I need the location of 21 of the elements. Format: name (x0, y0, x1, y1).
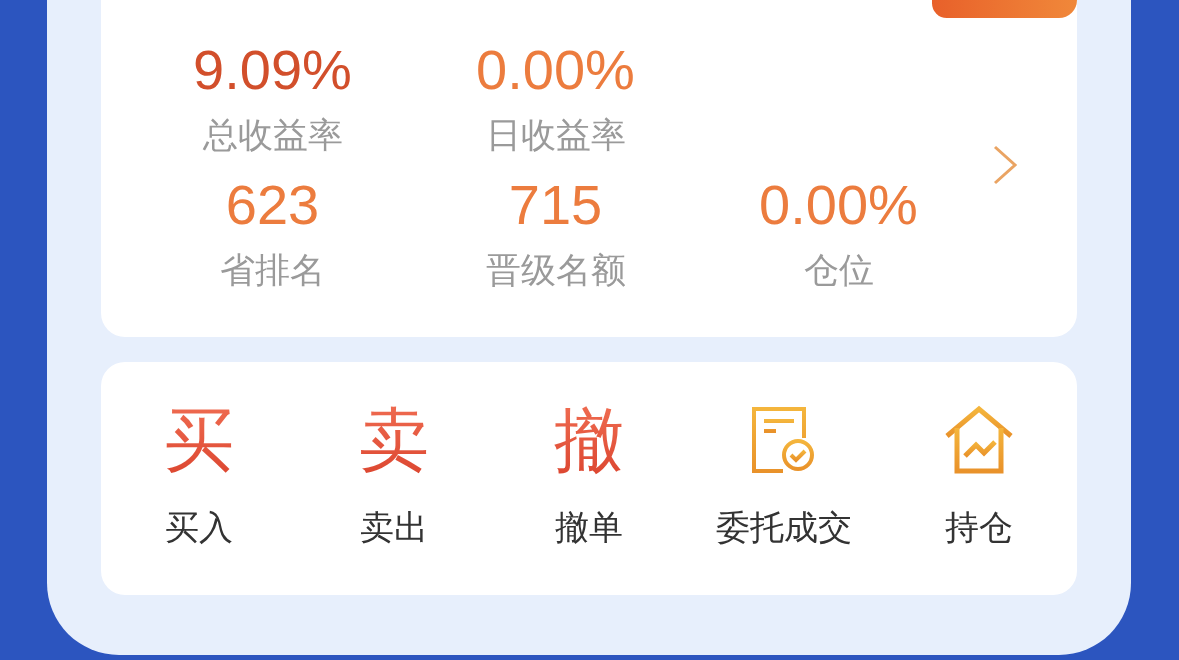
stat-label: 晋级名额 (485, 249, 626, 291)
stat-label: 仓位 (803, 249, 874, 291)
house-chart-icon (944, 405, 1015, 475)
stat-value: 715 (508, 173, 603, 237)
glyph-icon: 卖 (358, 404, 429, 476)
stat-value: 0.00% (476, 38, 635, 102)
action-label[interactable]: 委托成交 (716, 505, 853, 549)
stat-value: 623 (225, 173, 320, 237)
action-label[interactable]: 撤单 (555, 505, 623, 549)
action-label[interactable]: 持仓 (945, 505, 1014, 549)
stat-label: 日收益率 (485, 114, 626, 156)
stat-label: 总收益率 (202, 114, 343, 156)
action-label[interactable]: 买入 (164, 505, 233, 549)
stat-value: 9.09% (193, 38, 352, 102)
document-check-icon (752, 407, 817, 473)
chevron-right-icon[interactable] (992, 145, 1018, 185)
stat-value: 0.00% (759, 173, 918, 237)
stat-label: 省排名 (220, 249, 325, 291)
glyph-icon: 撤 (554, 404, 624, 476)
action-label[interactable]: 卖出 (359, 505, 428, 549)
corner-tab[interactable] (932, 0, 1077, 18)
